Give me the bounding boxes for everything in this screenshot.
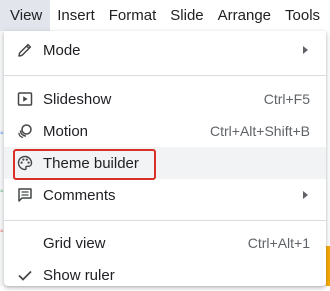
menu-view[interactable]: View: [0, 0, 51, 31]
background-fragment-icon: ◦: [0, 226, 4, 237]
shortcut-label: Ctrl+Alt+Shift+B: [210, 123, 310, 139]
menu-item-label: Motion: [43, 122, 89, 140]
menu-format[interactable]: Format: [102, 0, 164, 31]
menu-item-comments[interactable]: Comments: [4, 179, 326, 211]
menu-item-label: Comments: [43, 186, 116, 204]
comment-icon: [16, 187, 34, 203]
menu-slide[interactable]: Slide: [163, 0, 210, 31]
menu-item-grid-view[interactable]: Grid view Ctrl+Alt+1: [4, 227, 326, 259]
highlight-annotation-box: [13, 149, 156, 180]
shortcut-label: Ctrl+F5: [263, 91, 310, 107]
menu-item-mode[interactable]: Mode: [4, 34, 326, 66]
menu-arrange[interactable]: Arrange: [211, 0, 278, 31]
menu-insert[interactable]: Insert: [50, 0, 102, 31]
slideshow-icon: [16, 91, 34, 107]
submenu-arrow-icon: [303, 191, 308, 199]
menu-tools[interactable]: Tools: [278, 0, 327, 31]
submenu-arrow-icon: [303, 46, 308, 54]
menu-item-motion[interactable]: Motion Ctrl+Alt+Shift+B: [4, 115, 326, 147]
shortcut-label: Ctrl+Alt+1: [247, 235, 310, 251]
menu-item-label: Slideshow: [43, 90, 112, 108]
menubar: View Insert Format Slide Arrange Tools: [0, 0, 330, 31]
menu-item-label: Mode: [43, 41, 81, 59]
pencil-icon: [16, 42, 34, 58]
view-menu-dropdown: Mode Slideshow Ctrl+F5 Motion Ctrl+Alt+S…: [4, 31, 326, 286]
menu-item-label: Grid view: [43, 234, 106, 252]
divider: [4, 75, 326, 76]
divider: [4, 220, 326, 221]
slide-panel-edge: [0, 31, 3, 286]
checkmark-icon: [16, 267, 34, 283]
background-fragment-icon: ◦: [0, 186, 4, 197]
menu-item-slideshow[interactable]: Slideshow Ctrl+F5: [4, 83, 326, 115]
motion-icon: [16, 123, 34, 139]
canvas-fragment: [326, 246, 330, 286]
background-fragment-icon: ◦: [0, 128, 4, 139]
menu-item-show-ruler[interactable]: Show ruler: [4, 259, 326, 291]
menu-item-label: Show ruler: [43, 266, 115, 284]
